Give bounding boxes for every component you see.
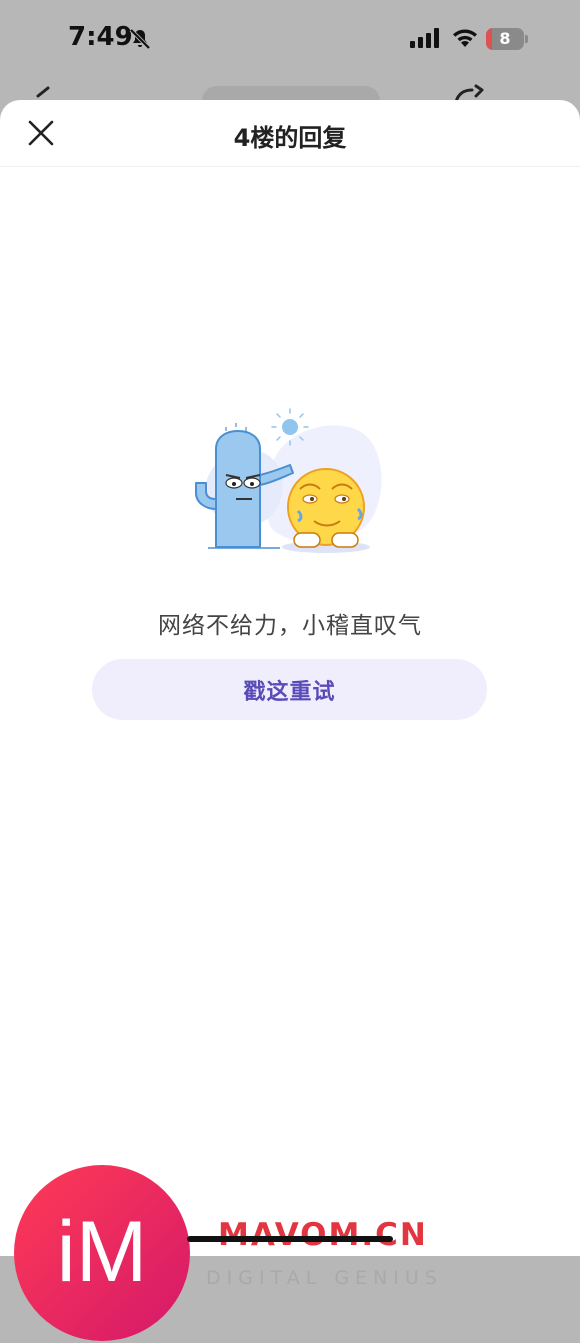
battery-icon: 8	[486, 28, 528, 50]
network-error-message: 网络不给力，小稽直叹气	[158, 613, 422, 639]
watermark-brand: MAVOM.CN	[218, 1217, 428, 1253]
status-time: 7:49	[68, 22, 133, 52]
cellular-signal-icon	[410, 28, 439, 48]
home-indicator[interactable]	[187, 1236, 393, 1242]
watermark-logo: iM	[14, 1165, 190, 1341]
bell-off-icon	[129, 28, 151, 50]
watermark-subtitle: DIGITAL GENIUS	[206, 1267, 443, 1289]
sheet-title: 4楼的回复	[233, 124, 347, 152]
sheet-header: 4楼的回复	[0, 100, 580, 167]
wifi-icon	[453, 29, 477, 47]
battery-percentage: 8	[499, 29, 511, 48]
status-bar: 7:49 8	[0, 0, 580, 80]
cactus-and-emoji-illustration	[195, 408, 382, 553]
reply-sheet: 4楼的回复 网络不给力，小稽直叹气 戳这重试 iM MAVOM.CN DIGIT…	[0, 100, 580, 1341]
retry-button[interactable]: 戳这重试	[92, 659, 487, 720]
svg-text:iM: iM	[57, 1204, 148, 1300]
